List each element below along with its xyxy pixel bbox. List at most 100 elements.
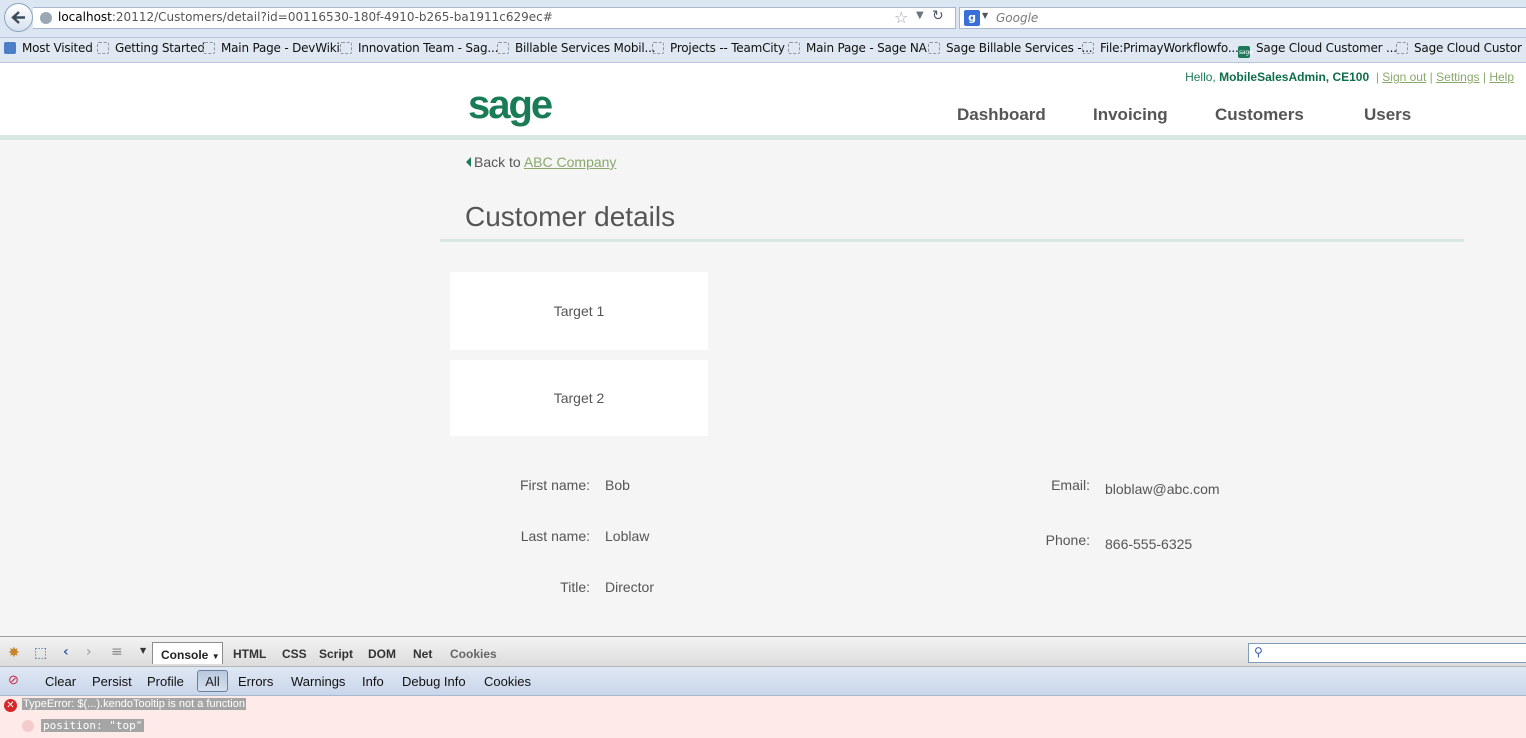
bookmark-workflow-file[interactable]: File:PrimayWorkflowfo... bbox=[1082, 41, 1239, 59]
email-value: bloblaw@abc.com bbox=[1105, 481, 1220, 497]
nav-users[interactable]: Users bbox=[1364, 105, 1411, 125]
url-text[interactable]: localhost:20112/Customers/detail?id=0011… bbox=[58, 10, 553, 24]
bookmark-sage-cloud-customer[interactable]: sage Sage Cloud Customer ... bbox=[1238, 41, 1397, 59]
bookmark-billable-services[interactable]: Billable Services Mobil... bbox=[497, 41, 656, 59]
bookmark-label: Billable Services Mobil... bbox=[515, 41, 656, 55]
bookmark-label: Projects -- TeamCity bbox=[670, 41, 785, 55]
sage-logo[interactable]: sage bbox=[468, 85, 553, 125]
breadcrumb: Back to ABC Company bbox=[466, 154, 616, 170]
bookmark-getting-started[interactable]: Getting Started bbox=[97, 41, 205, 59]
nav-customers[interactable]: Customers bbox=[1215, 105, 1304, 125]
hello-text: Hello, bbox=[1185, 70, 1216, 84]
error-message[interactable]: TypeError: $(...).kendoTooltip is not a … bbox=[22, 698, 246, 710]
email-label: Email: bbox=[1051, 477, 1090, 493]
chevron-down-icon: ▼ bbox=[211, 652, 220, 661]
target-1-box[interactable]: Target 1 bbox=[450, 272, 708, 350]
help-link[interactable]: Help bbox=[1489, 70, 1514, 84]
tab-net[interactable]: Net bbox=[413, 647, 432, 661]
back-arrow-icon bbox=[11, 11, 25, 24]
filter-persist[interactable]: Persist bbox=[92, 674, 132, 689]
back-button[interactable] bbox=[4, 3, 33, 32]
chevron-right-icon[interactable]: › bbox=[86, 644, 92, 660]
firebug-search-input[interactable]: ⚲ bbox=[1248, 643, 1526, 663]
reload-icon[interactable]: ↻ bbox=[932, 8, 944, 24]
last-name-label: Last name: bbox=[520, 528, 590, 544]
bookmark-devwiki[interactable]: Main Page - DevWiki bbox=[203, 41, 340, 59]
error-source-line[interactable]: position: "top" bbox=[41, 719, 145, 732]
user-greeting: Hello, MobileSalesAdmin, CE100 | Sign ou… bbox=[1185, 70, 1514, 84]
page-icon bbox=[203, 42, 215, 54]
tab-css[interactable]: CSS bbox=[282, 647, 307, 661]
title-value: Director bbox=[605, 579, 655, 595]
inspect-icon[interactable]: ⬚ bbox=[34, 645, 47, 661]
tab-console-label: Console bbox=[161, 648, 209, 662]
target-2-box[interactable]: Target 2 bbox=[450, 360, 708, 436]
tab-console[interactable]: Console ▼ bbox=[152, 642, 223, 664]
browser-search-bar[interactable]: g ▼ Google bbox=[959, 7, 1526, 29]
bookmarks-bar: Most Visited Getting Started Main Page -… bbox=[0, 38, 1526, 63]
bookmark-label: Main Page - Sage NA bbox=[806, 41, 927, 55]
filter-errors[interactable]: Errors bbox=[238, 674, 273, 689]
most-visited-icon bbox=[4, 42, 16, 54]
settings-link[interactable]: Settings bbox=[1436, 70, 1479, 84]
filter-clear[interactable]: Clear bbox=[45, 674, 76, 689]
target-1-label: Target 1 bbox=[553, 303, 605, 319]
tab-script[interactable]: Script bbox=[319, 647, 353, 661]
page-icon bbox=[1082, 42, 1094, 54]
sage-favicon: sage bbox=[1238, 46, 1253, 58]
nav-dashboard[interactable]: Dashboard bbox=[957, 105, 1046, 125]
bookmark-most-visited[interactable]: Most Visited bbox=[4, 41, 93, 59]
filter-all[interactable]: All bbox=[197, 670, 228, 692]
filter-cookies[interactable]: Cookies bbox=[484, 674, 531, 689]
search-icon: ⚲ bbox=[1254, 645, 1263, 659]
menu-lines-icon[interactable]: ≡ bbox=[111, 644, 123, 660]
bookmark-label: Most Visited bbox=[22, 41, 93, 55]
sign-out-link[interactable]: Sign out bbox=[1382, 70, 1426, 84]
phone-label: Phone: bbox=[1045, 532, 1090, 548]
first-name-value: Bob bbox=[605, 477, 630, 493]
title-label: Title: bbox=[560, 579, 590, 595]
tab-cookies[interactable]: Cookies bbox=[450, 647, 497, 661]
tab-dom[interactable]: DOM bbox=[368, 647, 396, 661]
title-divider bbox=[440, 239, 1464, 242]
breakpoint-dot-icon[interactable] bbox=[22, 720, 34, 732]
dropdown-arrow-icon[interactable]: ▼ bbox=[140, 646, 146, 655]
user-name: MobileSalesAdmin, CE100 bbox=[1219, 70, 1370, 84]
filter-debug-info[interactable]: Debug Info bbox=[402, 674, 466, 689]
bookmark-label: Main Page - DevWiki bbox=[221, 41, 340, 55]
firebug-toolbar: ✸ ⬚ ‹ › ≡ ▼ Console ▼ HTML CSS Script DO… bbox=[0, 636, 1526, 667]
bookmark-sage-na[interactable]: Main Page - Sage NA bbox=[788, 41, 927, 59]
filter-profile[interactable]: Profile bbox=[147, 674, 184, 689]
url-bar[interactable]: localhost:20112/Customers/detail?id=0011… bbox=[33, 7, 956, 29]
bookmark-label: Sage Cloud Custor bbox=[1414, 41, 1522, 55]
google-icon[interactable]: g bbox=[964, 10, 980, 26]
search-engine-dropdown-icon[interactable]: ▼ bbox=[982, 11, 988, 20]
page-icon bbox=[340, 42, 352, 54]
bookmark-sage-cloud-customer-2[interactable]: Sage Cloud Custor bbox=[1396, 41, 1522, 59]
bookmark-teamcity[interactable]: Projects -- TeamCity bbox=[652, 41, 785, 59]
first-name-label: First name: bbox=[519, 477, 590, 493]
page-icon bbox=[97, 42, 109, 54]
nav-invoicing[interactable]: Invoicing bbox=[1093, 105, 1168, 125]
page-icon bbox=[788, 42, 800, 54]
bookmark-sage-billable[interactable]: Sage Billable Services -... bbox=[928, 41, 1093, 59]
firebug-icon[interactable]: ✸ bbox=[8, 645, 20, 661]
page-icon bbox=[652, 42, 664, 54]
chevron-left-icon[interactable]: ‹ bbox=[63, 644, 69, 660]
page-icon bbox=[928, 42, 940, 54]
bookmark-star-icon[interactable]: ☆ bbox=[894, 8, 908, 27]
dropdown-arrow-icon[interactable]: ▼ bbox=[916, 10, 924, 21]
clear-console-icon[interactable]: ⊘ bbox=[8, 672, 19, 688]
bookmark-innovation-team[interactable]: Innovation Team - Sag... bbox=[340, 41, 498, 59]
filter-info[interactable]: Info bbox=[362, 674, 384, 689]
header-divider bbox=[0, 135, 1526, 140]
back-to-company-link[interactable]: ABC Company bbox=[524, 154, 617, 170]
bookmark-label: Getting Started bbox=[115, 41, 205, 55]
back-triangle-icon bbox=[466, 157, 471, 167]
target-2-label: Target 2 bbox=[553, 390, 605, 406]
filter-warnings[interactable]: Warnings bbox=[291, 674, 345, 689]
last-name-value: Loblaw bbox=[605, 528, 650, 544]
tab-html[interactable]: HTML bbox=[233, 647, 266, 661]
page-title: Customer details bbox=[465, 201, 676, 232]
site-header: Hello, MobileSalesAdmin, CE100 | Sign ou… bbox=[0, 63, 1526, 135]
